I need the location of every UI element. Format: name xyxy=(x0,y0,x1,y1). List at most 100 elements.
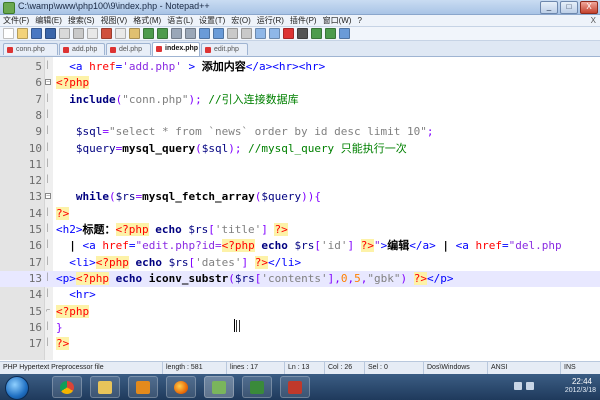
code-token: 'dates' xyxy=(195,255,242,269)
code-token: "select * from `news` order by id desc l… xyxy=(108,125,427,139)
code-line[interactable]: 15 │ <h2>标题：<?php echo $rs['title'] ?> xyxy=(0,222,600,238)
word-wrap-icon[interactable] xyxy=(241,28,252,39)
code-line[interactable]: 13 │ <p><?php echo iconv_substr($rs['conte… xyxy=(0,270,600,287)
taskbar-notepadpp[interactable] xyxy=(204,376,234,398)
fold-line-icon: │ xyxy=(45,94,51,102)
zoom-out-icon[interactable] xyxy=(213,28,224,39)
menu-edit[interactable]: 编辑(E) xyxy=(32,15,65,26)
code-token: ( xyxy=(228,271,235,285)
menu-format[interactable]: 格式(M) xyxy=(130,15,164,26)
taskbar-chrome[interactable] xyxy=(52,376,82,398)
paste-icon[interactable] xyxy=(129,28,140,39)
taskbar-recorder[interactable] xyxy=(242,376,272,398)
start-button[interactable] xyxy=(5,376,29,400)
menu-window[interactable]: 窗口(W) xyxy=(320,15,355,26)
code-line[interactable]: 16 │} xyxy=(0,320,600,336)
cut-icon[interactable] xyxy=(101,28,112,39)
code-line[interactable]: 16 │ | <a href="edit.php?id=<?php echo $r… xyxy=(0,238,600,254)
network-icon[interactable] xyxy=(514,382,522,390)
sync-scroll-icon[interactable] xyxy=(227,28,238,39)
code-line[interactable]: 10 │ $query=mysql_query($sql); //mysql_qu… xyxy=(0,141,600,157)
line-number: 7 xyxy=(35,92,42,106)
fold-collapse-icon: − xyxy=(45,79,51,87)
save-all-icon[interactable] xyxy=(45,28,56,39)
code-token: 'add.php' xyxy=(122,60,182,73)
tab-conn-php[interactable]: conn.php xyxy=(3,43,58,55)
taskbar-firefox[interactable] xyxy=(166,376,196,398)
copy-icon[interactable] xyxy=(115,28,126,39)
menu-search[interactable]: 搜索(S) xyxy=(65,15,98,26)
close-button[interactable]: X xyxy=(580,1,598,14)
find-icon[interactable] xyxy=(171,28,182,39)
code-token: ); xyxy=(188,92,202,106)
code-line[interactable]: 14 │ ?> xyxy=(0,206,600,222)
line-code: ?> xyxy=(56,206,70,222)
tab-index-php[interactable]: index.php xyxy=(152,42,200,56)
code-token: href xyxy=(475,239,502,253)
code-line[interactable]: 17 │ <li><?php echo $rs['dates'] ?></li> xyxy=(0,255,600,271)
menu-run[interactable]: 运行(R) xyxy=(254,15,287,26)
file-modified-icon xyxy=(205,47,211,53)
code-line[interactable]: 15 ⌐ <?php xyxy=(0,304,600,320)
menu-help[interactable]: ? xyxy=(354,15,364,26)
code-line[interactable]: 5 │ <a href='add.php' > 添加内容</a><hr><hr> xyxy=(0,59,600,75)
indent-guide-icon[interactable] xyxy=(269,28,280,39)
code-line[interactable]: 13− while($rs=mysql_fetch_array($query))… xyxy=(0,189,600,205)
code-token: echo xyxy=(254,239,295,253)
status-bar: PHP Hypertext Preprocessor file length :… xyxy=(0,361,600,374)
taskbar-app-7[interactable] xyxy=(280,376,310,398)
menu-view[interactable]: 视图(V) xyxy=(98,15,131,26)
minimize-button[interactable]: _ xyxy=(540,1,558,14)
code-token: 'contents' xyxy=(261,271,328,285)
code-token: <hr> xyxy=(56,288,96,302)
play-macro-icon[interactable] xyxy=(311,28,322,39)
maximize-button[interactable]: □ xyxy=(560,1,578,14)
code-line[interactable]: 6− <?php xyxy=(0,75,600,91)
code-line[interactable]: 9 │ $sql="select * from `news` order by i… xyxy=(0,124,600,140)
undo-icon[interactable] xyxy=(143,28,154,39)
code-line[interactable]: 14 │ <hr> xyxy=(0,287,600,303)
code-token: 添加内容 xyxy=(201,60,246,73)
clock-date[interactable]: 2012/3/18 xyxy=(565,387,596,394)
tab-add-php[interactable]: add.php xyxy=(59,43,105,55)
code-line[interactable]: 7 │ include("conn.php"); //引入连接数据库 xyxy=(0,92,600,108)
replace-icon[interactable] xyxy=(185,28,196,39)
zoom-in-icon[interactable] xyxy=(199,28,210,39)
save-icon[interactable] xyxy=(31,28,42,39)
menu-file[interactable]: 文件(F) xyxy=(0,15,32,26)
close-document-button[interactable]: X xyxy=(591,15,596,26)
code-line[interactable]: 17 │ ?> xyxy=(0,336,600,352)
status-encoding: ANSI xyxy=(487,362,551,374)
menu-settings[interactable]: 设置(T) xyxy=(196,15,228,26)
tab-label: del.php xyxy=(119,46,142,53)
code-token: <?php xyxy=(221,239,255,253)
open-folder-icon[interactable] xyxy=(17,28,28,39)
tab-del-php[interactable]: del.php xyxy=(106,43,151,55)
clock-time[interactable]: 22:44 xyxy=(572,377,592,386)
menu-plugins[interactable]: 插件(P) xyxy=(287,15,320,26)
taskbar-media-player[interactable] xyxy=(128,376,158,398)
print-icon[interactable] xyxy=(87,28,98,39)
code-editor[interactable]: 5 │ <a href='add.php' > 添加内容</a><hr><hr> 6… xyxy=(0,57,600,360)
volume-icon[interactable] xyxy=(526,382,534,390)
redo-icon[interactable] xyxy=(157,28,168,39)
run-macro-multiple-icon[interactable] xyxy=(325,28,336,39)
record-macro-icon[interactable] xyxy=(283,28,294,39)
close-file-icon[interactable] xyxy=(59,28,70,39)
stop-macro-icon[interactable] xyxy=(297,28,308,39)
show-all-chars-icon[interactable] xyxy=(255,28,266,39)
code-line[interactable]: 8 │ xyxy=(0,108,600,124)
tab-edit-php[interactable]: edit.php xyxy=(201,43,248,55)
menu-language[interactable]: 语言(L) xyxy=(164,15,196,26)
line-number: 14 xyxy=(28,206,42,220)
line-number: 12 xyxy=(28,174,42,188)
save-macro-icon[interactable] xyxy=(339,28,350,39)
code-line[interactable]: 11 │ xyxy=(0,157,600,173)
close-all-icon[interactable] xyxy=(73,28,84,39)
line-number: 15 xyxy=(28,304,42,318)
taskbar-explorer[interactable] xyxy=(90,376,120,398)
code-line[interactable]: 12 │ xyxy=(0,173,600,189)
code-token: ?> xyxy=(413,271,427,285)
menu-macro[interactable]: 宏(O) xyxy=(228,15,254,26)
new-file-icon[interactable] xyxy=(3,28,14,39)
